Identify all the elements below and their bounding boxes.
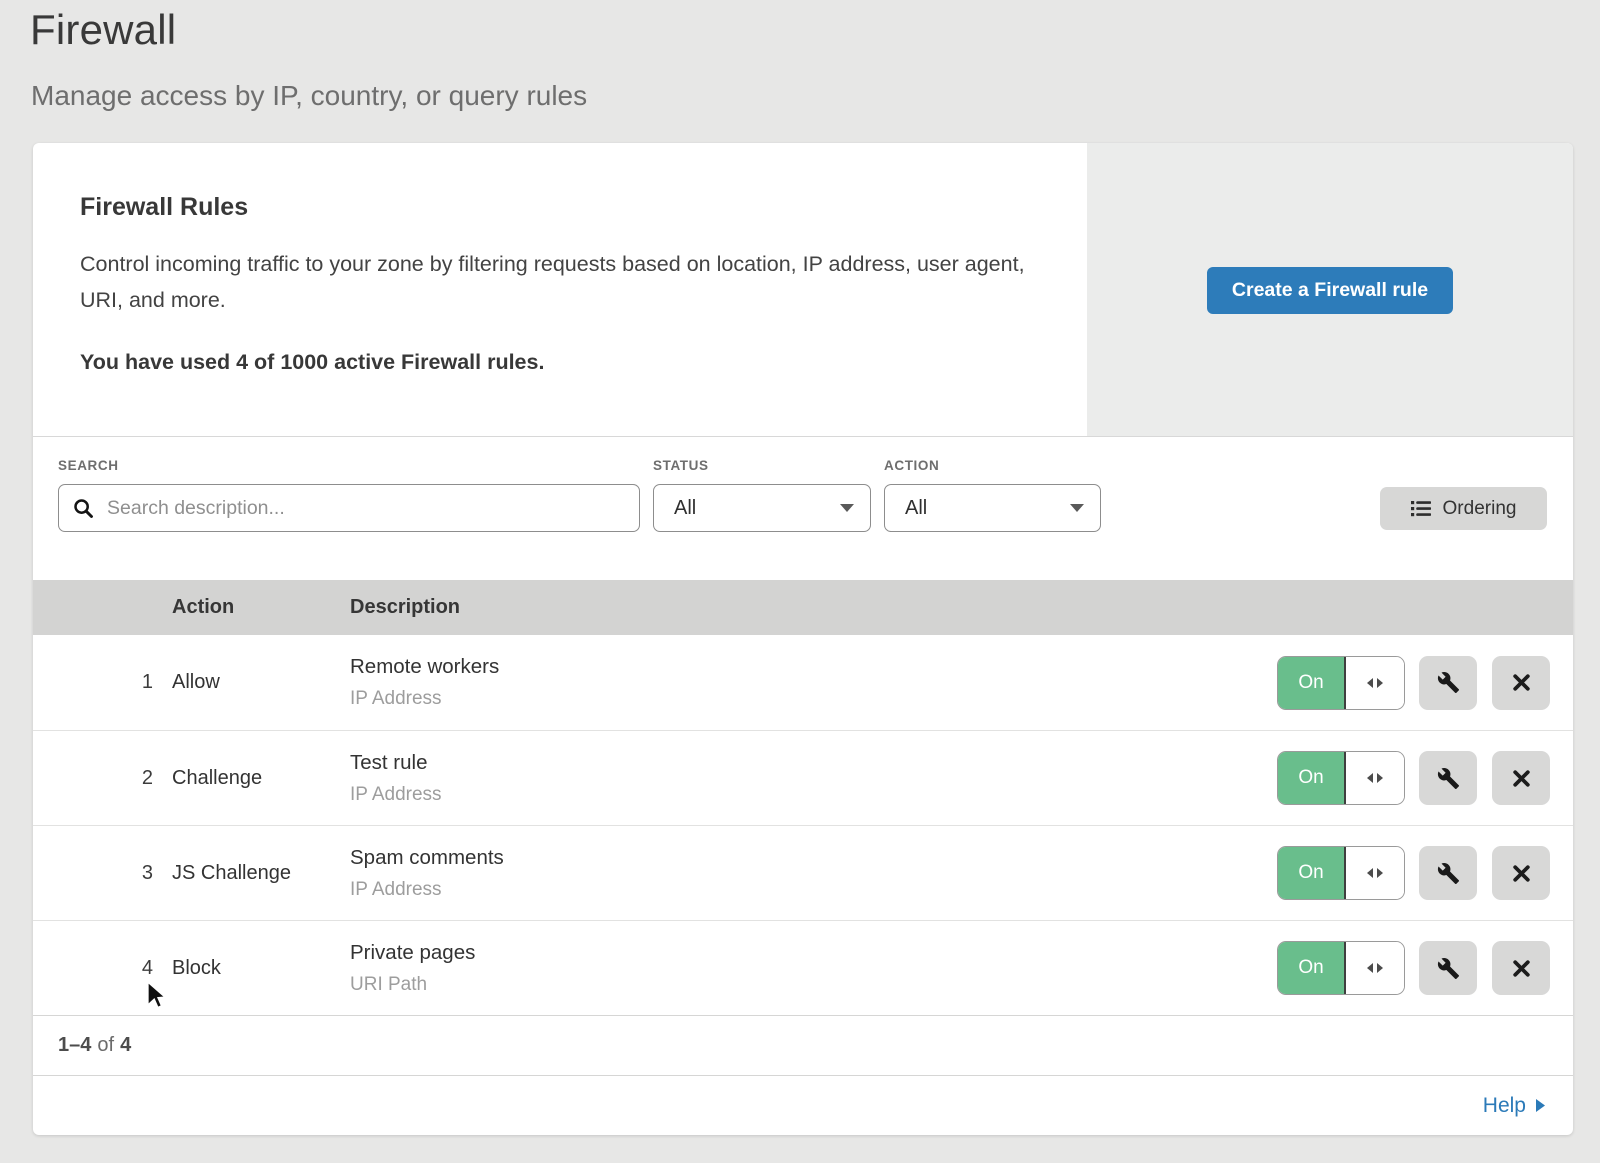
pagination-total: 4 [120, 1034, 131, 1057]
toggle-handle[interactable] [1344, 942, 1404, 994]
rule-enabled-toggle[interactable]: On [1277, 751, 1405, 805]
table-row: 2 Challenge Test rule IP Address On [33, 730, 1573, 825]
search-input[interactable] [105, 496, 625, 521]
chevron-down-icon [1070, 504, 1084, 512]
rule-enabled-toggle[interactable]: On [1277, 941, 1405, 995]
rule-priority: 1 [33, 671, 172, 694]
rule-match-type: IP Address [350, 879, 1273, 901]
close-icon [1511, 863, 1532, 884]
search-label: SEARCH [58, 458, 119, 473]
create-firewall-rule-button[interactable]: Create a Firewall rule [1207, 267, 1453, 314]
rules-table-body: 1 Allow Remote workers IP Address On [33, 635, 1573, 1015]
rule-controls: On [1273, 941, 1573, 995]
chevron-down-icon [840, 504, 854, 512]
help-link-label: Help [1483, 1094, 1526, 1118]
delete-rule-button[interactable] [1492, 846, 1550, 900]
filters-bar: SEARCH STATUS All ACTION All Ordering [33, 437, 1573, 580]
rule-description-cell: Test rule IP Address [350, 751, 1273, 806]
action-column-header: Action [172, 596, 350, 619]
rule-action: Block [172, 957, 350, 980]
ordered-list-icon [1411, 500, 1431, 517]
delete-rule-button[interactable] [1492, 941, 1550, 995]
left-right-arrows-icon [1365, 677, 1385, 689]
status-select-value: All [674, 497, 696, 520]
firewall-rules-card: Firewall Rules Control incoming traffic … [33, 143, 1573, 1135]
rule-description-cell: Remote workers IP Address [350, 655, 1273, 710]
help-link[interactable]: Help [1483, 1094, 1545, 1118]
description-column-header: Description [350, 596, 1273, 619]
table-row: 3 JS Challenge Spam comments IP Address … [33, 825, 1573, 920]
rule-description: Spam comments [350, 846, 1273, 870]
search-icon [73, 498, 94, 519]
rule-match-type: URI Path [350, 974, 1273, 996]
edit-rule-button[interactable] [1419, 656, 1477, 710]
action-select-value: All [905, 497, 927, 520]
ordering-button-label: Ordering [1443, 498, 1517, 520]
table-row: 1 Allow Remote workers IP Address On [33, 635, 1573, 730]
rule-match-type: IP Address [350, 784, 1273, 806]
toggle-handle[interactable] [1344, 657, 1404, 709]
intro-description: Control incoming traffic to your zone by… [80, 246, 1025, 318]
pagination-range: 1–4 [58, 1034, 91, 1057]
pagination: 1–4 of 4 [33, 1015, 1573, 1075]
left-right-arrows-icon [1365, 772, 1385, 784]
close-icon [1511, 672, 1532, 693]
rule-enabled-toggle[interactable]: On [1277, 846, 1405, 900]
rule-action: Allow [172, 671, 350, 694]
rule-controls: On [1273, 846, 1573, 900]
rule-priority: 4 [33, 957, 172, 980]
page-title: Firewall [30, 6, 176, 54]
wrench-icon [1437, 862, 1460, 885]
toggle-on-label[interactable]: On [1278, 942, 1344, 994]
delete-rule-button[interactable] [1492, 751, 1550, 805]
delete-rule-button[interactable] [1492, 656, 1550, 710]
rule-controls: On [1273, 656, 1573, 710]
rule-controls: On [1273, 751, 1573, 805]
page-subtitle: Manage access by IP, country, or query r… [31, 80, 587, 112]
edit-rule-button[interactable] [1419, 846, 1477, 900]
rule-description: Test rule [350, 751, 1273, 775]
close-icon [1511, 958, 1532, 979]
status-label: STATUS [653, 458, 709, 473]
search-box [58, 484, 640, 532]
action-label: ACTION [884, 458, 939, 473]
edit-rule-button[interactable] [1419, 941, 1477, 995]
rule-enabled-toggle[interactable]: On [1277, 656, 1405, 710]
rule-description-cell: Spam comments IP Address [350, 846, 1273, 901]
pagination-of: of [97, 1034, 114, 1057]
toggle-handle[interactable] [1344, 752, 1404, 804]
rule-priority: 2 [33, 767, 172, 790]
card-intro-section: Firewall Rules Control incoming traffic … [33, 143, 1573, 437]
create-rule-panel: Create a Firewall rule [1087, 143, 1573, 437]
caret-right-icon [1536, 1099, 1545, 1112]
toggle-on-label[interactable]: On [1278, 752, 1344, 804]
rule-match-type: IP Address [350, 688, 1273, 710]
toggle-on-label[interactable]: On [1278, 847, 1344, 899]
status-select[interactable]: All [653, 484, 871, 532]
card-footer: Help [33, 1075, 1573, 1135]
edit-rule-button[interactable] [1419, 751, 1477, 805]
rule-description: Private pages [350, 941, 1273, 965]
intro-text-block: Firewall Rules Control incoming traffic … [33, 143, 1043, 375]
rule-description: Remote workers [350, 655, 1273, 679]
wrench-icon [1437, 767, 1460, 790]
rule-action: Challenge [172, 767, 350, 790]
close-icon [1511, 768, 1532, 789]
table-row: 4 Block Private pages URI Path On [33, 920, 1573, 1015]
left-right-arrows-icon [1365, 867, 1385, 879]
toggle-on-label[interactable]: On [1278, 657, 1344, 709]
left-right-arrows-icon [1365, 962, 1385, 974]
toggle-handle[interactable] [1344, 847, 1404, 899]
table-header: Action Description [33, 580, 1573, 635]
rules-usage-text: You have used 4 of 1000 active Firewall … [80, 350, 1043, 375]
wrench-icon [1437, 671, 1460, 694]
wrench-icon [1437, 957, 1460, 980]
rule-description-cell: Private pages URI Path [350, 941, 1273, 996]
action-select[interactable]: All [884, 484, 1101, 532]
rule-priority: 3 [33, 862, 172, 885]
intro-heading: Firewall Rules [80, 193, 1043, 222]
ordering-button[interactable]: Ordering [1380, 487, 1547, 530]
rule-action: JS Challenge [172, 862, 350, 885]
